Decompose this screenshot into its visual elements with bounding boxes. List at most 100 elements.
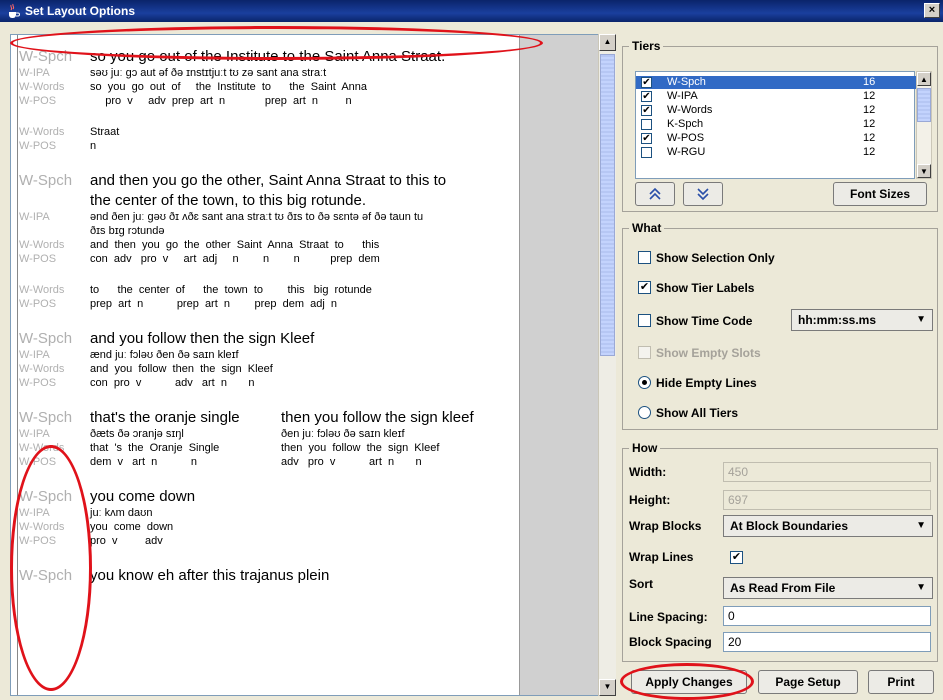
annotation-line: ðɪs bɪɡ rɔtundə	[11, 225, 511, 238]
wrap-blocks-value: At Block Boundaries	[730, 519, 849, 533]
tier-checkbox[interactable]: ✔	[641, 133, 652, 144]
annotation-line: W-IPA səʊ juː ɡɔ aut əf ðə ɪnstɪtjuːt tʊ …	[11, 67, 511, 80]
height-field[interactable]: 697	[723, 490, 931, 510]
list-scroll-thumb[interactable]	[917, 88, 931, 122]
print-button[interactable]: Print	[868, 670, 934, 694]
tier-row[interactable]: K-Spch 12	[636, 118, 916, 131]
tier-label: W-Words	[19, 126, 65, 138]
apply-changes-button[interactable]: Apply Changes	[631, 670, 747, 694]
show-all-tiers-radio[interactable]	[638, 406, 651, 419]
tier-label: W-Spch	[19, 330, 73, 347]
annotation-line: W-Words Straat	[11, 126, 511, 139]
tier-font-size: 16	[863, 76, 876, 88]
tier-text: ənd ðen juː ɡəʊ ðɪ ʌðɛ sant ana straːt t…	[90, 211, 424, 223]
wrap-blocks-label: Wrap Blocks	[629, 519, 702, 533]
tier-label: W-Words	[19, 284, 65, 296]
time-code-format-value: hh:mm:ss.ms	[798, 313, 877, 327]
scroll-down-arrow-icon[interactable]: ▼	[599, 679, 616, 696]
tier-label: W-POS	[19, 140, 57, 152]
tiers-list-scrollbar[interactable]: ▲ ▼	[916, 71, 932, 179]
tier-row[interactable]: ✔ W-POS 12	[636, 132, 916, 145]
sort-select[interactable]: As Read From File ▼	[723, 577, 933, 599]
speech-line: W-Spch so you go out of the Institute to …	[11, 47, 511, 66]
tier-font-size: 12	[863, 118, 876, 130]
wrap-lines-checkbox[interactable]: ✔	[730, 551, 743, 564]
annotation-line: W-POS con pro v adv art n n	[11, 377, 511, 390]
how-panel: How Width: 450 Height: 697 Wrap Blocks A…	[622, 441, 938, 662]
annotation-line: W-Words and you follow then the sign Klee…	[11, 363, 511, 376]
width-field[interactable]: 450	[723, 462, 931, 482]
double-chevron-down-icon	[697, 188, 709, 201]
tier-row[interactable]: ✔ W-Spch 16	[636, 76, 916, 89]
window-title: Set Layout Options	[25, 4, 136, 18]
tier-name: W-POS	[667, 132, 705, 144]
tier-name: W-IPA	[667, 90, 698, 102]
block-spacing-label: Block Spacing	[629, 635, 712, 649]
block-spacing-field[interactable]: 20	[723, 632, 931, 652]
what-title: What	[629, 221, 665, 235]
show-time-code-label: Show Time Code	[656, 314, 753, 328]
tier-label: W-POS	[19, 253, 57, 265]
tiers-panel: Tiers ✔ W-Spch 16 ✔ W-IPA 12 ✔ W-Words 12 K-Spch 1…	[622, 39, 938, 212]
tier-text: con pro v adv art n n	[90, 377, 255, 389]
move-tier-down-button[interactable]	[683, 182, 723, 206]
scrollbar-thumb[interactable]	[600, 54, 615, 356]
show-time-code-checkbox[interactable]	[638, 314, 651, 327]
tier-checkbox[interactable]	[641, 147, 652, 158]
tier-label: W-POS	[19, 456, 57, 468]
wrap-blocks-select[interactable]: At Block Boundaries ▼	[723, 515, 933, 537]
show-empty-slots-checkbox[interactable]	[638, 346, 651, 359]
show-empty-slots-label: Show Empty Slots	[656, 346, 761, 360]
tier-label: W-Words	[19, 442, 65, 454]
annotation-line: W-POS pro v adv prep art n prep art n n	[11, 95, 511, 108]
page-margin-area	[519, 35, 599, 695]
tier-font-size: 12	[863, 104, 876, 116]
tier-checkbox[interactable]: ✔	[641, 91, 652, 102]
time-code-format-select[interactable]: hh:mm:ss.ms ▼	[791, 309, 933, 331]
speech-line-continued: the center of the town, to this big rotu…	[11, 191, 511, 210]
preview-scrollbar[interactable]: ▲ ▼	[598, 34, 616, 696]
tier-label: W-Spch	[19, 409, 73, 426]
tier-row[interactable]: ✔ W-IPA 12	[636, 90, 916, 103]
tier-checkbox[interactable]: ✔	[641, 77, 652, 88]
list-scroll-down-icon[interactable]: ▼	[917, 164, 931, 178]
close-button[interactable]: ×	[924, 3, 940, 18]
tier-text: ðæts ðə ɔranjə sɪŋl	[90, 428, 184, 440]
tier-text: so you go out of the Institute to the Sa…	[90, 81, 368, 93]
font-sizes-button[interactable]: Font Sizes	[833, 182, 927, 206]
tier-label: W-Spch	[19, 567, 73, 584]
tier-checkbox[interactable]	[641, 119, 652, 130]
tiers-list[interactable]: ✔ W-Spch 16 ✔ W-IPA 12 ✔ W-Words 12 K-Spch 12 ✔ W-PO…	[635, 71, 916, 179]
tier-name: W-RGU	[667, 146, 706, 158]
how-title: How	[629, 441, 661, 455]
show-selection-only-checkbox[interactable]	[638, 251, 651, 264]
wrap-lines-label: Wrap Lines	[629, 550, 694, 564]
double-chevron-up-icon	[649, 187, 661, 200]
hide-empty-lines-label: Hide Empty Lines	[656, 376, 757, 390]
list-scroll-up-icon[interactable]: ▲	[917, 72, 931, 86]
speech-line: W-Spch that's the oranje single then you f…	[11, 408, 511, 427]
tier-text: to the center of the town to this big ro…	[90, 284, 372, 296]
tier-row[interactable]: W-RGU 12	[636, 146, 916, 159]
tier-label: W-Words	[19, 81, 65, 93]
tier-checkbox[interactable]: ✔	[641, 105, 652, 116]
show-all-tiers-label: Show All Tiers	[656, 406, 739, 420]
show-tier-labels-checkbox[interactable]: ✔	[638, 281, 651, 294]
move-tier-up-button[interactable]	[635, 182, 675, 206]
tier-label: W-IPA	[19, 507, 50, 519]
annotation-line: W-Words you come down	[11, 521, 511, 534]
page-setup-button[interactable]: Page Setup	[758, 670, 858, 694]
hide-empty-lines-radio[interactable]	[638, 376, 651, 389]
tier-text: you know eh after this trajanus plein	[90, 567, 330, 584]
tier-text: dem v art n n	[90, 456, 197, 468]
annotation-line: W-Words and then you go the other Saint A…	[11, 239, 511, 252]
tier-label: W-Spch	[19, 172, 73, 189]
annotation-line: W-POS pro v adv	[11, 535, 511, 548]
line-spacing-field[interactable]: 0	[723, 606, 931, 626]
speech-line: W-Spch you know eh after this trajanus pl…	[11, 566, 511, 585]
scroll-up-arrow-icon[interactable]: ▲	[599, 34, 616, 51]
layout-preview[interactable]: W-Spch so you go out of the Institute to …	[10, 34, 600, 696]
tier-row[interactable]: ✔ W-Words 12	[636, 104, 916, 117]
tier-text: prep art n prep art n prep dem adj n	[90, 298, 338, 310]
tier-text: and you follow then the sign Kleef	[90, 363, 273, 375]
